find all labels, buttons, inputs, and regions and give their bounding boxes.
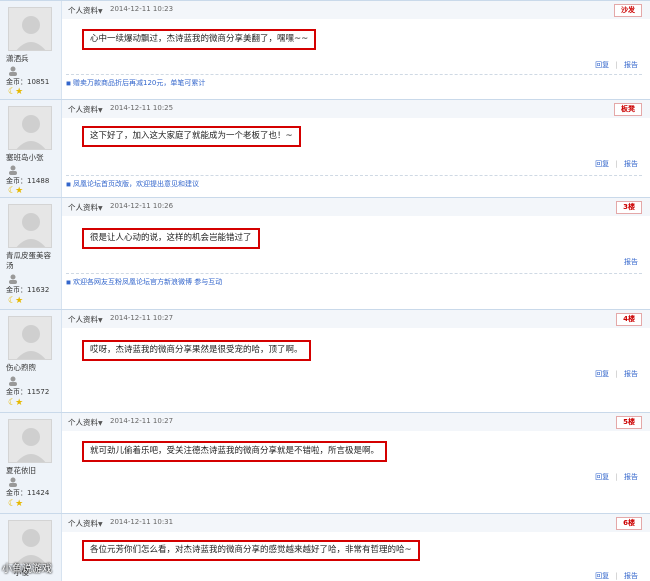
avatar[interactable] xyxy=(8,419,52,463)
post-1: 潇洒兵 金币：10851 ☾★ 个人资料▼ 2014-12-11 10:23 沙… xyxy=(0,0,650,99)
rank-icon xyxy=(8,274,18,284)
user-panel: 伤心煦煦 金币：11572 ☾★ xyxy=(0,310,62,412)
user-panel: 夏花依旧 金币：11424 ☾★ xyxy=(0,413,62,513)
post-actions: 回复 | 报告 xyxy=(595,160,638,168)
report-link[interactable]: 报告 xyxy=(624,572,638,580)
avatar[interactable] xyxy=(8,520,52,564)
post-time: 2014-12-11 10:25 xyxy=(110,104,174,112)
post-5: 夏花依旧 金币：11424 ☾★ 个人资料▼ 2014-12-11 10:27 … xyxy=(0,412,650,513)
profile-menu[interactable]: 个人资料▼ xyxy=(68,104,103,115)
profile-menu[interactable]: 个人资料▼ xyxy=(68,417,103,428)
post-6: 小傻 个人资料▼ 2014-12-11 10:31 6楼 各位元芳你们怎么看，对… xyxy=(0,513,650,581)
post-actions: 报告 xyxy=(620,257,638,267)
medal-icon: ☾★ xyxy=(8,499,23,509)
profile-menu[interactable]: 个人资料▼ xyxy=(68,314,103,325)
signature[interactable]: ◼ 赠卖万款商品折后再减120元，单笔可累计 xyxy=(66,74,642,88)
post-actions: 回复 | 报告 xyxy=(595,572,638,580)
post-time: 2014-12-11 10:26 xyxy=(110,202,174,210)
avatar[interactable] xyxy=(8,7,52,51)
rank-icon xyxy=(8,66,18,76)
caret-down-icon: ▼ xyxy=(98,107,103,114)
post-time: 2014-12-11 10:23 xyxy=(110,5,174,13)
report-link[interactable]: 报告 xyxy=(624,370,638,378)
post-2: 塞班岛小张 金币：11488 ☾★ 个人资料▼ 2014-12-11 10:25… xyxy=(0,99,650,197)
signature[interactable]: ◼ 欢迎各网友互粉凤凰论坛官方新浪微博 参与互动 xyxy=(66,273,642,287)
username[interactable]: 潇洒兵 xyxy=(6,54,58,64)
caret-down-icon: ▼ xyxy=(98,205,103,212)
ad-icon: ◼ xyxy=(66,80,71,87)
post-header: 个人资料▼ 2014-12-11 10:31 6楼 xyxy=(62,514,650,532)
post-time: 2014-12-11 10:27 xyxy=(110,417,174,425)
avatar[interactable] xyxy=(8,106,52,150)
post-content: 心中一续爆动飘过，杰诗蓝我的微商分享美翻了，嘿嘿~~ xyxy=(82,29,317,50)
post-header: 个人资料▼ 2014-12-11 10:23 沙发 xyxy=(62,1,650,19)
username[interactable]: 青瓜皮蛋美容汤 xyxy=(6,251,58,271)
post-time: 2014-12-11 10:31 xyxy=(110,518,174,526)
username[interactable]: 伤心煦煦 xyxy=(6,363,58,373)
caret-down-icon: ▼ xyxy=(98,521,103,528)
post-header: 个人资料▼ 2014-12-11 10:25 板凳 xyxy=(62,100,650,118)
post-content: 很是让人心动的说，这样的机会岂能错过了 xyxy=(82,228,260,249)
avatar[interactable] xyxy=(8,204,52,248)
floor-badge[interactable]: 5楼 xyxy=(616,416,642,429)
medal-icon: ☾★ xyxy=(8,87,23,97)
reply-link[interactable]: 回复 xyxy=(595,370,609,378)
post-actions: 回复 | 报告 xyxy=(595,61,638,69)
post-header: 个人资料▼ 2014-12-11 10:27 5楼 xyxy=(62,413,650,431)
post-actions: 回复 | 报告 xyxy=(595,370,638,378)
coins: 金币：11424 xyxy=(6,489,50,497)
floor-badge[interactable]: 6楼 xyxy=(616,517,642,530)
reply-link[interactable]: 回复 xyxy=(595,473,609,481)
user-panel: 潇洒兵 金币：10851 ☾★ xyxy=(0,1,62,99)
report-link[interactable]: 报告 xyxy=(624,473,638,481)
coins: 金币：11572 xyxy=(6,388,50,396)
report-link[interactable]: 报告 xyxy=(624,258,638,266)
post-4: 伤心煦煦 金币：11572 ☾★ 个人资料▼ 2014-12-11 10:27 … xyxy=(0,309,650,412)
watermark: 小鱼说游戏 xyxy=(2,564,52,575)
post-content: 各位元芳你们怎么看，对杰诗蓝我的微商分享的感觉越来越好了哈，非常有哲理的哈~ xyxy=(82,540,420,561)
avatar[interactable] xyxy=(8,316,52,360)
profile-menu[interactable]: 个人资料▼ xyxy=(68,518,103,529)
reply-link[interactable]: 回复 xyxy=(595,160,609,168)
floor-badge[interactable]: 沙发 xyxy=(614,4,642,17)
medal-icon: ☾★ xyxy=(8,186,23,196)
medal-icon: ☾★ xyxy=(8,296,23,306)
caret-down-icon: ▼ xyxy=(98,8,103,15)
floor-badge[interactable]: 4楼 xyxy=(616,313,642,326)
post-content: 哎呀，杰诗蓝我的微商分享果然是很受宠的哈，顶了啊。 xyxy=(82,340,311,361)
ad-icon: ◼ xyxy=(66,279,71,286)
floor-badge[interactable]: 3楼 xyxy=(616,201,642,214)
post-header: 个人资料▼ 2014-12-11 10:27 4楼 xyxy=(62,310,650,328)
floor-badge[interactable]: 板凳 xyxy=(614,103,642,116)
caret-down-icon: ▼ xyxy=(98,420,103,427)
ad-icon: ◼ xyxy=(66,181,71,188)
rank-icon xyxy=(8,165,18,175)
rank-icon xyxy=(8,477,18,487)
post-actions: 回复 | 报告 xyxy=(595,473,638,481)
coins: 金币：11632 xyxy=(6,286,50,294)
caret-down-icon: ▼ xyxy=(98,317,103,324)
profile-menu[interactable]: 个人资料▼ xyxy=(68,5,103,16)
username[interactable]: 夏花依旧 xyxy=(6,466,58,476)
report-link[interactable]: 报告 xyxy=(624,160,638,168)
coins: 金币：10851 xyxy=(6,78,50,86)
reply-link[interactable]: 回复 xyxy=(595,61,609,69)
post-header: 个人资料▼ 2014-12-11 10:26 3楼 xyxy=(62,198,650,216)
post-3: 青瓜皮蛋美容汤 金币：11632 ☾★ 个人资料▼ 2014-12-11 10:… xyxy=(0,197,650,309)
coins: 金币：11488 xyxy=(6,177,50,185)
report-link[interactable]: 报告 xyxy=(624,61,638,69)
medal-icon: ☾★ xyxy=(8,398,23,408)
post-content: 这下好了，加入这大家庭了就能成为一个老板了也！~ xyxy=(82,126,301,147)
post-content: 就可劲儿偷着乐吧，受关注德杰诗蓝我的微商分享就是不错啦，所言极是啊。 xyxy=(82,441,388,462)
rank-icon xyxy=(8,376,18,386)
user-panel: 青瓜皮蛋美容汤 金币：11632 ☾★ xyxy=(0,198,62,309)
user-panel: 塞班岛小张 金币：11488 ☾★ xyxy=(0,100,62,197)
profile-menu[interactable]: 个人资料▼ xyxy=(68,202,103,213)
username[interactable]: 塞班岛小张 xyxy=(6,153,58,163)
reply-link[interactable]: 回复 xyxy=(595,572,609,580)
signature[interactable]: ◼ 凤凰论坛首页改版，欢迎提出意见和建议 xyxy=(66,175,642,189)
post-time: 2014-12-11 10:27 xyxy=(110,314,174,322)
